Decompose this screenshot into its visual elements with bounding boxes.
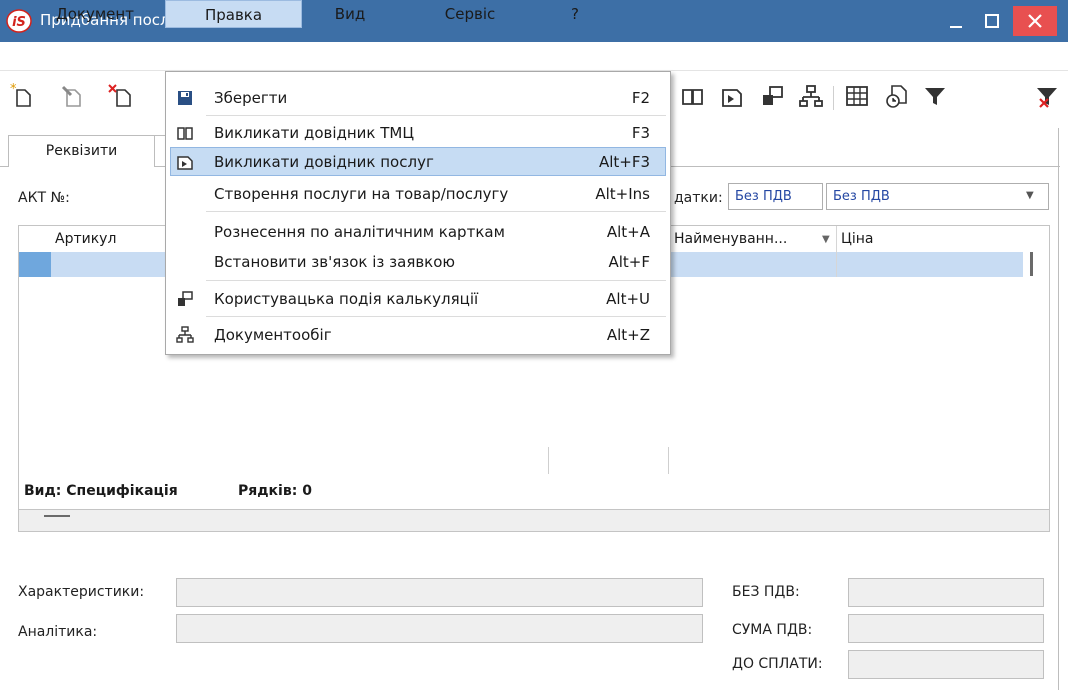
menu-item-label: Користувацька подія калькуляції (214, 290, 479, 308)
characteristics-field[interactable] (176, 578, 703, 607)
svg-text:*: * (10, 83, 17, 97)
menu-item-shortcut: Alt+F (608, 253, 650, 271)
history-icon[interactable] (884, 83, 910, 109)
column-name[interactable]: Найменуванн... (674, 231, 787, 247)
vertical-scrollbar[interactable] (1030, 252, 1033, 276)
tax-label: датки: (674, 190, 723, 206)
vat-sum-label: СУМА ПДВ: (732, 622, 813, 638)
workflow-icon[interactable] (798, 83, 824, 109)
edit-document-icon[interactable] (60, 83, 86, 109)
service-catalog-icon (176, 153, 194, 171)
scrollbar-thumb[interactable] (44, 515, 70, 517)
menu-item-label: Зберегти (214, 89, 288, 107)
menu-help[interactable]: ? (555, 0, 595, 28)
menu-item-goods-catalog[interactable]: Викликати довідник ТМЦ F3 (166, 118, 670, 148)
menu-item-shortcut: F2 (631, 89, 650, 107)
column-filter-icon[interactable]: ▼ (822, 234, 830, 245)
column-article[interactable]: Артикул (55, 231, 116, 247)
to-pay-field (848, 650, 1044, 679)
column-price[interactable]: Ціна (841, 231, 874, 247)
menu-edit[interactable]: Правка (165, 0, 302, 28)
row-indicator (19, 252, 51, 277)
act-number-label: АКТ №: (18, 190, 70, 206)
app-logo-icon: iS (6, 9, 32, 33)
menu-item-create-service[interactable]: Створення послуги на товар/послугу Alt+I… (166, 179, 670, 209)
maximize-button[interactable] (977, 6, 1007, 36)
menu-item-shortcut: Alt+A (606, 223, 650, 241)
menu-item-save[interactable]: Зберегти F2 (166, 83, 670, 113)
menu-bar (0, 42, 1068, 71)
tax-select[interactable]: Без ПДВ (826, 183, 1049, 210)
close-button[interactable] (1013, 6, 1057, 36)
new-document-icon[interactable]: * (10, 82, 36, 109)
tab-requisites[interactable]: Реквізити (8, 135, 155, 167)
menu-service[interactable]: Сервіс (420, 0, 520, 28)
delete-document-icon[interactable] (108, 83, 134, 109)
menu-item-label: Документообіг (214, 326, 332, 344)
panel-border (1058, 128, 1059, 690)
menu-item-label: Викликати довідник ТМЦ (214, 124, 415, 142)
clear-filter-icon[interactable] (1034, 83, 1060, 109)
menu-separator (206, 280, 666, 281)
grid-divider (668, 447, 669, 474)
rows-count-label: Рядків: 0 (238, 483, 312, 499)
menu-item-shortcut: Alt+F3 (598, 153, 650, 171)
menu-item-service-catalog[interactable]: Викликати довідник послуг Alt+F3 (166, 147, 670, 177)
menu-item-shortcut: Alt+U (606, 290, 650, 308)
no-vat-field (848, 578, 1044, 607)
user-event-icon (176, 290, 194, 308)
menu-separator (206, 211, 666, 212)
view-label: Вид: Специфікація (24, 483, 178, 499)
menu-item-label: Рознесення по аналітичним карткам (214, 223, 505, 241)
toolbar-separator (833, 86, 834, 110)
horizontal-scrollbar[interactable] (18, 509, 1050, 532)
characteristics-label: Характеристики: (18, 584, 145, 600)
vat-sum-field (848, 614, 1044, 643)
edit-menu-dropdown: Зберегти F2 Викликати довідник ТМЦ F3 Ви… (165, 71, 671, 355)
menu-item-label: Створення послуги на товар/послугу (214, 185, 509, 203)
menu-view[interactable]: Вид (310, 0, 390, 28)
user-event-icon[interactable] (760, 83, 786, 109)
book-icon (176, 124, 194, 142)
filter-icon[interactable] (922, 83, 948, 109)
menu-item-label: Встановити зв'язок із заявкою (214, 253, 456, 271)
analytics-field[interactable] (176, 614, 703, 643)
menu-separator (206, 316, 666, 317)
menu-item-user-event[interactable]: Користувацька подія калькуляції Alt+U (166, 284, 670, 314)
menu-separator (206, 115, 666, 116)
analytics-label: Аналітика: (18, 624, 98, 640)
no-vat-label: БЕЗ ПДВ: (732, 584, 800, 600)
to-pay-label: ДО СПЛАТИ: (732, 656, 823, 672)
menu-item-label: Викликати довідник послуг (214, 153, 434, 171)
menu-item-link-request[interactable]: Встановити зв'язок із заявкою Alt+F (166, 247, 670, 277)
service-catalog-icon[interactable] (720, 83, 746, 109)
menu-item-workflow[interactable]: Документообіг Alt+Z (166, 320, 670, 350)
menu-item-shortcut: F3 (631, 124, 650, 142)
svg-text:iS: iS (12, 15, 26, 30)
menu-document[interactable]: Документ (30, 0, 160, 28)
workflow-icon (176, 326, 194, 344)
menu-item-shortcut: Alt+Z (606, 326, 650, 344)
book-icon[interactable] (680, 83, 706, 109)
table-icon[interactable] (844, 83, 870, 109)
column-separator (836, 226, 837, 277)
chevron-down-icon[interactable]: ▼ (1026, 190, 1034, 201)
grid-divider (548, 447, 549, 474)
tax-field[interactable]: Без ПДВ (728, 183, 823, 210)
menu-item-shortcut: Alt+Ins (595, 185, 650, 203)
menu-item-analytic-cards[interactable]: Рознесення по аналітичним карткам Alt+A (166, 217, 670, 247)
minimize-button[interactable] (941, 6, 971, 36)
save-icon (176, 89, 194, 107)
